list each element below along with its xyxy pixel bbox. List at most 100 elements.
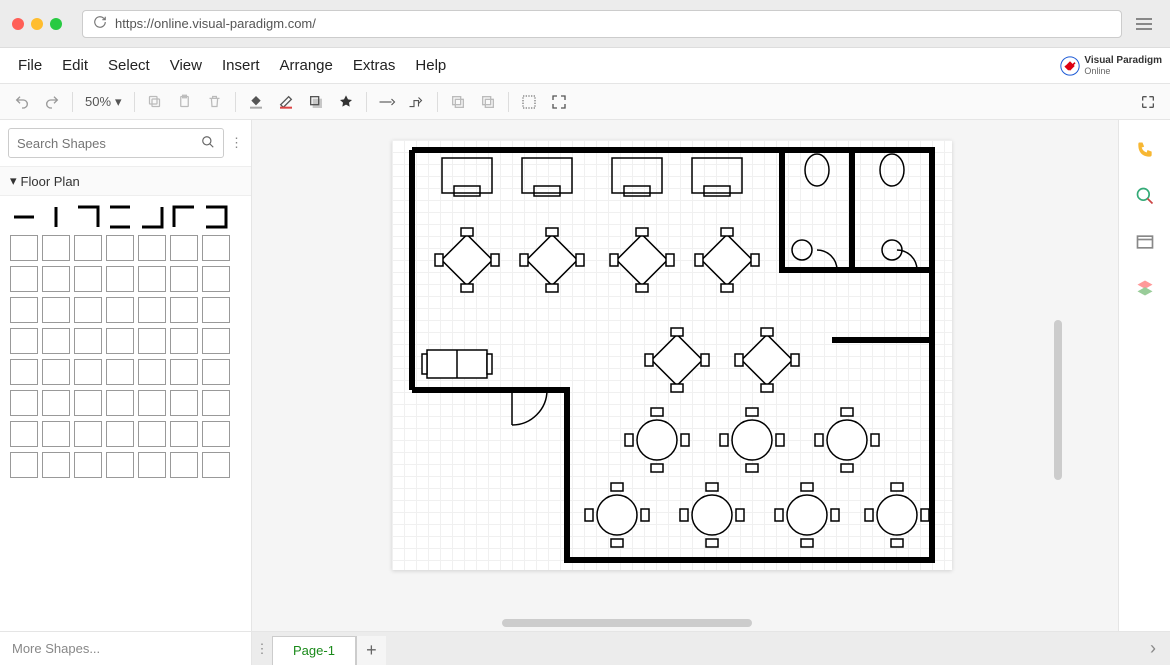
shape-item[interactable] <box>10 390 38 416</box>
shape-item[interactable] <box>170 421 198 447</box>
shape-item[interactable] <box>202 204 230 230</box>
shape-item[interactable] <box>42 328 70 354</box>
window-maximize-button[interactable] <box>50 18 62 30</box>
shape-item[interactable] <box>138 359 166 385</box>
layers-panel-button[interactable] <box>1133 276 1157 300</box>
menu-arrange[interactable]: Arrange <box>270 51 343 80</box>
browser-menu-button[interactable] <box>1130 10 1158 38</box>
fill-color-button[interactable] <box>242 88 270 116</box>
vertical-scrollbar[interactable] <box>1054 320 1062 480</box>
menu-edit[interactable]: Edit <box>52 51 98 80</box>
shape-item[interactable] <box>42 421 70 447</box>
search-icon[interactable] <box>201 135 215 152</box>
shape-item[interactable] <box>202 452 230 478</box>
search-input[interactable] <box>17 136 201 151</box>
shape-item[interactable] <box>74 390 102 416</box>
shape-item[interactable] <box>202 421 230 447</box>
tab-menu-button[interactable]: ⋮ <box>252 632 272 665</box>
shape-item[interactable] <box>106 421 134 447</box>
connection-button[interactable] <box>373 88 401 116</box>
url-bar[interactable]: https://online.visual-paradigm.com/ <box>82 10 1122 38</box>
zoom-dropdown[interactable]: 50% ▾ <box>79 94 128 110</box>
copy-button[interactable] <box>141 88 169 116</box>
menu-file[interactable]: File <box>8 51 52 80</box>
shape-item[interactable] <box>10 297 38 323</box>
shape-item[interactable] <box>106 297 134 323</box>
more-shapes-link[interactable]: More Shapes... <box>12 641 100 656</box>
shape-item[interactable] <box>170 359 198 385</box>
shape-item[interactable] <box>170 297 198 323</box>
shape-item[interactable] <box>202 235 230 261</box>
reload-icon[interactable] <box>93 15 107 32</box>
canvas-area[interactable] <box>252 120 1118 631</box>
shape-item[interactable] <box>42 390 70 416</box>
shape-item[interactable] <box>138 235 166 261</box>
outline-panel-button[interactable] <box>1133 230 1157 254</box>
shape-item[interactable] <box>74 328 102 354</box>
shape-item[interactable] <box>42 452 70 478</box>
shape-item[interactable] <box>138 297 166 323</box>
shape-item[interactable] <box>42 297 70 323</box>
menu-help[interactable]: Help <box>405 51 456 80</box>
select-area-button[interactable] <box>515 88 543 116</box>
shape-item[interactable] <box>106 204 134 230</box>
format-panel-button[interactable] <box>1133 138 1157 162</box>
shape-item[interactable] <box>202 359 230 385</box>
shape-item[interactable] <box>106 359 134 385</box>
delete-button[interactable] <box>201 88 229 116</box>
to-back-button[interactable] <box>474 88 502 116</box>
shape-item[interactable] <box>170 452 198 478</box>
expand-panel-button[interactable]: › <box>1136 632 1170 665</box>
shape-item[interactable] <box>170 235 198 261</box>
shape-item[interactable] <box>202 266 230 292</box>
palette-header-floorplan[interactable]: ▾ Floor Plan <box>0 166 251 196</box>
shape-item[interactable] <box>106 328 134 354</box>
shape-item[interactable] <box>74 297 102 323</box>
shape-item[interactable] <box>138 452 166 478</box>
shape-item[interactable] <box>170 390 198 416</box>
waypoint-button[interactable] <box>403 88 431 116</box>
shape-item[interactable] <box>202 390 230 416</box>
shape-item[interactable] <box>10 421 38 447</box>
menu-insert[interactable]: Insert <box>212 51 270 80</box>
shape-item[interactable] <box>170 266 198 292</box>
shape-item[interactable] <box>10 235 38 261</box>
page-tab-1[interactable]: Page-1 <box>272 636 356 665</box>
redo-button[interactable] <box>38 88 66 116</box>
shape-item[interactable] <box>10 359 38 385</box>
shape-item[interactable] <box>170 328 198 354</box>
shape-item[interactable] <box>10 266 38 292</box>
shape-item[interactable] <box>202 297 230 323</box>
fit-page-button[interactable] <box>545 88 573 116</box>
shape-item[interactable] <box>74 204 102 230</box>
shape-item[interactable] <box>42 359 70 385</box>
undo-button[interactable] <box>8 88 36 116</box>
menu-view[interactable]: View <box>160 51 212 80</box>
shape-item[interactable] <box>106 235 134 261</box>
add-page-button[interactable]: + <box>356 636 386 665</box>
shape-item[interactable] <box>106 452 134 478</box>
shape-item[interactable] <box>138 328 166 354</box>
shape-item[interactable] <box>74 359 102 385</box>
shape-item[interactable] <box>106 266 134 292</box>
shape-item[interactable] <box>10 328 38 354</box>
search-panel-button[interactable] <box>1133 184 1157 208</box>
window-close-button[interactable] <box>12 18 24 30</box>
window-minimize-button[interactable] <box>31 18 43 30</box>
shape-item[interactable] <box>74 452 102 478</box>
to-front-button[interactable] <box>444 88 472 116</box>
shape-item[interactable] <box>138 266 166 292</box>
horizontal-scrollbar[interactable] <box>502 619 752 627</box>
fullscreen-button[interactable] <box>1134 88 1162 116</box>
shape-item[interactable] <box>138 204 166 230</box>
shape-item[interactable] <box>106 390 134 416</box>
search-shapes-box[interactable] <box>8 128 224 158</box>
shape-item[interactable] <box>42 235 70 261</box>
shadow-button[interactable] <box>302 88 330 116</box>
shape-item[interactable] <box>138 390 166 416</box>
shape-item[interactable] <box>74 266 102 292</box>
menu-select[interactable]: Select <box>98 51 160 80</box>
shape-item[interactable] <box>138 421 166 447</box>
shape-item[interactable] <box>74 421 102 447</box>
paste-button[interactable] <box>171 88 199 116</box>
